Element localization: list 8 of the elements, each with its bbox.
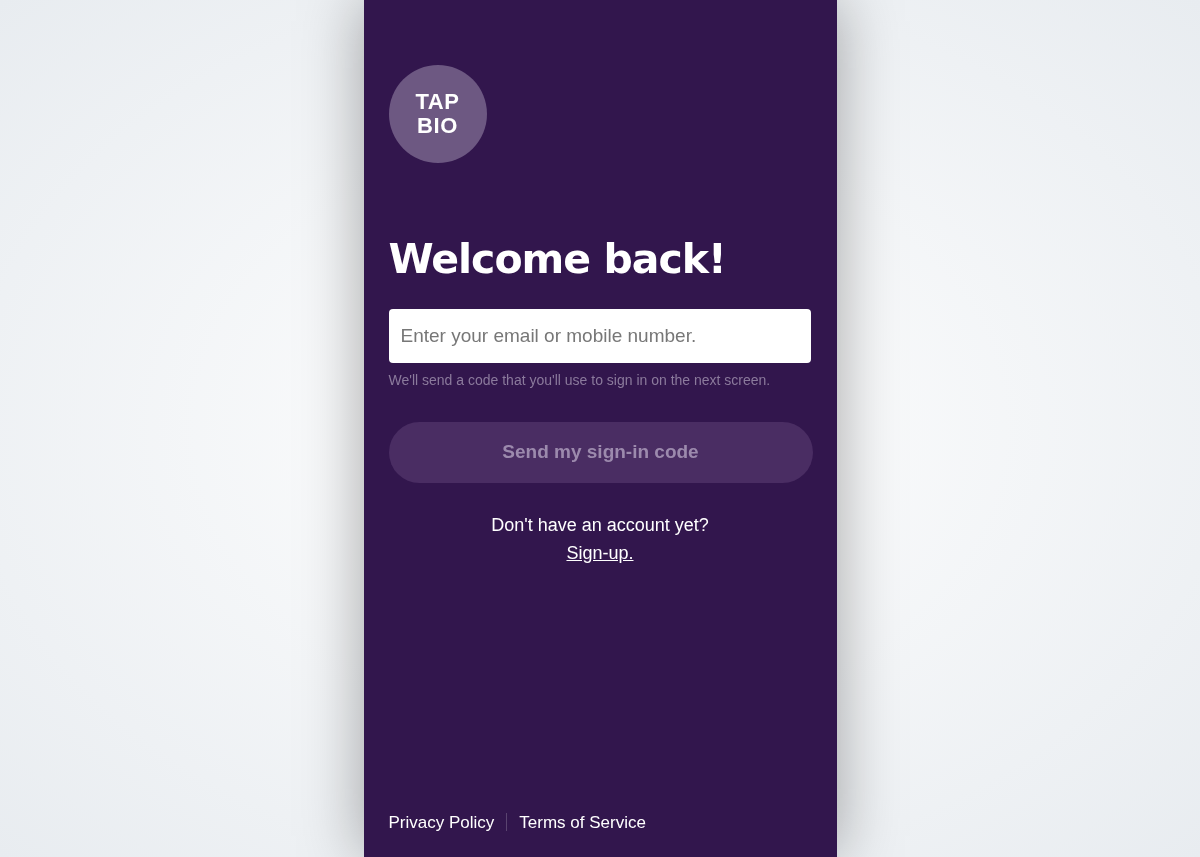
- hint-text: We'll send a code that you'll use to sign in on the next screen.: [388, 371, 772, 390]
- signup-prompt: Don't have an account yet?: [491, 514, 709, 537]
- welcome-heading: Welcome back!: [388, 235, 727, 283]
- email-field[interactable]: Enter your email or mobile number.: [388, 309, 811, 363]
- footer-link[interactable]: Privacy Policy: [388, 809, 495, 835]
- signup-link[interactable]: Sign-up.: [566, 539, 634, 567]
- footer-link[interactable]: Terms of Service: [519, 809, 646, 835]
- logo: TAP BIO: [388, 65, 487, 163]
